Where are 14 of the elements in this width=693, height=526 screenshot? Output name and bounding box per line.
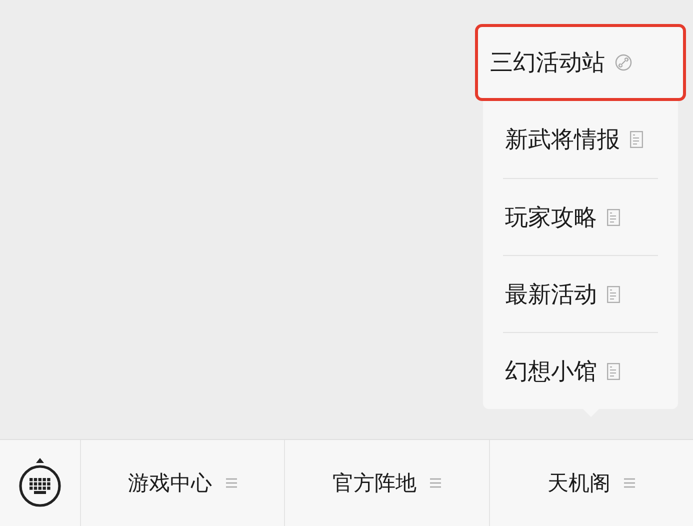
document-icon [630, 131, 643, 148]
document-icon [607, 362, 620, 380]
document-icon [607, 208, 620, 226]
document-icon [607, 286, 620, 303]
submenu-item[interactable]: 玩家攻略 [483, 178, 678, 256]
submenu-item[interactable]: 三幻活动站 [475, 24, 686, 102]
keyboard-icon[interactable] [18, 458, 62, 508]
menu-icon [624, 478, 636, 488]
submenu-item[interactable]: 幻想小馆 [483, 332, 678, 410]
link-icon [615, 54, 632, 72]
menu-icon [226, 478, 238, 488]
submenu-item[interactable]: 最新活动 [483, 255, 678, 332]
menu-icon [430, 478, 442, 488]
submenu-item[interactable]: 新武将情报 [483, 101, 678, 178]
